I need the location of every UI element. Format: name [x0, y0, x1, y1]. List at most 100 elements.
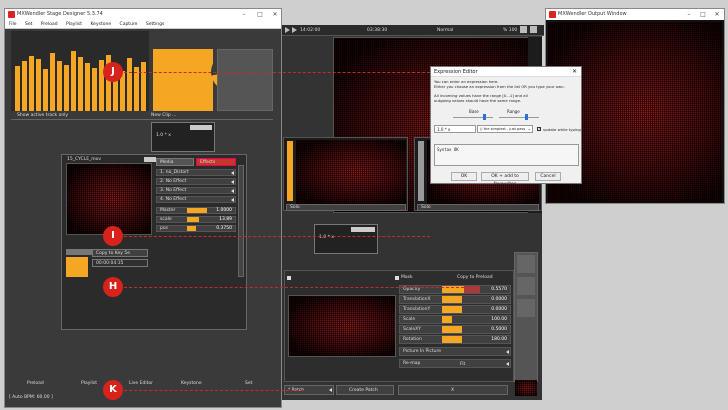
effect-slot-4[interactable]: 4. No Effect	[156, 196, 236, 203]
media-tab-label: Media	[160, 160, 174, 165]
nav-live-editor[interactable]: Live Editor	[129, 381, 153, 386]
minimize-icon[interactable]: –	[237, 9, 251, 20]
effects-tab[interactable]: Effects	[196, 158, 236, 166]
remap-row[interactable]: Re-map Fit	[399, 359, 511, 368]
menu-file[interactable]: File	[9, 22, 17, 27]
slot-1[interactable]: Solo	[283, 137, 408, 211]
expr-box-top-controls[interactable]	[190, 125, 212, 130]
dropdown-icon[interactable]	[231, 171, 234, 175]
base-slider[interactable]	[453, 117, 493, 118]
copy-to-key-button[interactable]: Copy to Key 5e	[92, 249, 148, 257]
nav-set[interactable]: Set	[245, 381, 252, 386]
param-pos-fill	[187, 226, 196, 231]
range-slider-thumb[interactable]	[525, 114, 528, 120]
mask-label: Mask	[401, 275, 413, 280]
update-checkbox[interactable]: ✓	[537, 127, 541, 131]
ok-button[interactable]: OK	[451, 172, 477, 181]
menu-capture[interactable]: Capture	[120, 22, 138, 27]
expr-box-mid-controls[interactable]	[351, 227, 375, 232]
menu-playlist[interactable]: Playlist	[66, 22, 82, 27]
prop-scale[interactable]: Scale 100.00	[399, 315, 511, 324]
effect-slot-2[interactable]: 2. No Effect	[156, 178, 236, 185]
ok-add-favourites-button[interactable]: OK + add to favourites	[481, 172, 529, 187]
close-preview-icon[interactable]	[530, 26, 537, 33]
side-button-3[interactable]	[517, 299, 535, 317]
expr-box-top-text: 1.0 * x	[156, 133, 171, 138]
param-pos[interactable]: pos 0.3750	[156, 225, 236, 232]
expression-editor-dialog: Expression Editor ✕ You can enter an exp…	[430, 66, 582, 187]
close-icon[interactable]: ✕	[268, 9, 282, 20]
media-tab[interactable]: Media	[156, 158, 194, 166]
create-patch-button[interactable]: Create Patch	[336, 385, 394, 395]
nav-keystone[interactable]: Keystone	[181, 381, 202, 386]
syntax-area[interactable]: Syntax OK	[434, 144, 579, 166]
next-icon[interactable]	[292, 27, 297, 33]
dialog-line2: Either you choose an expression from the…	[434, 84, 565, 89]
marker-k: K	[103, 380, 123, 400]
expr-box-top[interactable]: 1.0 * x	[151, 122, 215, 152]
expression-input[interactable]: 1.0 * x	[434, 125, 476, 133]
expr-box-mid[interactable]: 1.0 * x	[314, 224, 378, 254]
remap-dropdown-icon[interactable]	[506, 362, 509, 366]
right-empty-slot[interactable]	[217, 49, 273, 111]
side-button-2[interactable]	[517, 277, 535, 295]
new-clip-preview[interactable]	[153, 49, 213, 111]
grid-toggle-icon[interactable]	[520, 26, 527, 33]
mask-toggle-2[interactable]	[395, 276, 399, 280]
dialog-close-icon[interactable]: ✕	[572, 68, 577, 75]
copy-to-preload-label[interactable]: Copy to Preload	[457, 275, 493, 280]
param-master-fill	[187, 208, 207, 213]
slot-2-solo[interactable]: Solo	[417, 204, 539, 211]
prop-rotation[interactable]: Rotation 180.00	[399, 335, 511, 344]
param-scale[interactable]: scale 13.89	[156, 216, 236, 223]
patch-dropdown-icon[interactable]	[329, 388, 332, 392]
base-slider-thumb[interactable]	[483, 114, 486, 120]
param-master[interactable]: Master 1.0000	[156, 207, 236, 214]
menu-settings[interactable]: Settings	[146, 22, 164, 27]
output-close-icon[interactable]: ✕	[710, 9, 724, 20]
play-mode[interactable]: Normal	[437, 28, 453, 33]
dropdown-icon[interactable]	[231, 198, 234, 202]
pip-arrow-icon[interactable]	[506, 350, 509, 354]
clip-scrollbar[interactable]	[238, 165, 244, 277]
play-icon[interactable]	[285, 27, 290, 33]
nav-playlist[interactable]: Playlist	[81, 381, 97, 386]
mask-toggle[interactable]	[287, 276, 291, 280]
clip-nav-buttons[interactable]	[144, 157, 156, 162]
bottom-nav: Preload Playlist Live Editor Keystone Se…	[5, 381, 275, 389]
clip-time-field[interactable]: 00:00:04:35	[92, 259, 148, 267]
nav-preload[interactable]: Preload	[27, 381, 44, 386]
effects-tab-label: Effects	[200, 160, 216, 165]
transport-bar: 14:02:00 03:38:30 Normal % 100	[282, 25, 544, 36]
cancel-button[interactable]: Cancel	[535, 172, 561, 181]
slot-1-preview	[296, 140, 406, 204]
range-slider[interactable]	[499, 117, 539, 118]
show-active-label[interactable]: Show active track only	[17, 113, 68, 118]
menu-preload[interactable]: Preload	[41, 22, 58, 27]
pip-row[interactable]: Picture In Picture	[399, 347, 511, 356]
menu-keystone[interactable]: Keystone	[90, 22, 111, 27]
delete-patch-button[interactable]: X	[398, 385, 508, 395]
marker-h: H	[103, 277, 123, 297]
output-maximize-icon[interactable]: □	[696, 9, 710, 20]
preset-dropdown[interactable]: // the simplest - just pass ⌄	[477, 125, 533, 133]
clip-thumbnail[interactable]	[66, 257, 88, 277]
connector-j	[124, 72, 430, 73]
preset-chevron-down-icon: ⌄	[527, 126, 531, 131]
prop-translation-y[interactable]: TranslationY 0.0000	[399, 305, 511, 314]
new-clip-label[interactable]: New Clip ...	[151, 113, 176, 118]
mini-preview	[515, 380, 537, 396]
dropdown-icon[interactable]	[231, 180, 234, 184]
menu-set[interactable]: Set	[25, 22, 32, 27]
connector-h	[124, 287, 464, 288]
prop-scale-xy[interactable]: ScaleXY 0.5000	[399, 325, 511, 334]
layer-preview	[288, 295, 396, 357]
side-button-1[interactable]	[517, 255, 535, 273]
maximize-icon[interactable]: □	[253, 9, 267, 20]
slot-1-solo[interactable]: Solo	[286, 204, 406, 211]
effect-slot-3[interactable]: 3. No Effect	[156, 187, 236, 194]
prop-translation-x[interactable]: TranslationX 0.0000	[399, 295, 511, 304]
output-minimize-icon[interactable]: –	[682, 9, 696, 20]
effect-slot-1[interactable]: 1. no_Distort	[156, 169, 236, 176]
dropdown-icon[interactable]	[231, 189, 234, 193]
